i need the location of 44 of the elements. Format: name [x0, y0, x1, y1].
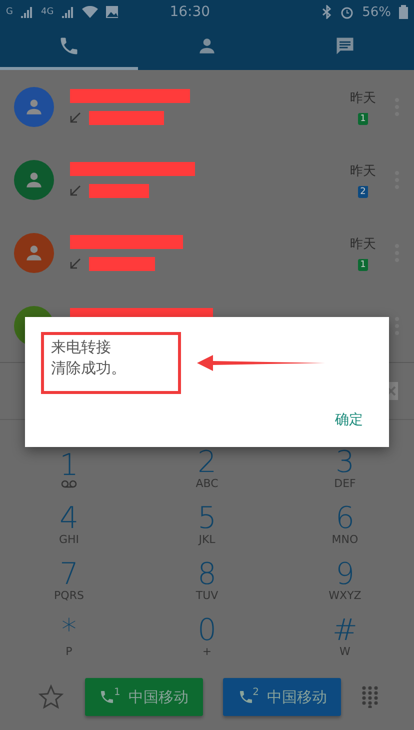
sim-badge: 2: [358, 186, 368, 198]
redaction-bar: [89, 184, 149, 198]
dial-key[interactable]: 9 WXYZ: [276, 554, 414, 610]
call-button[interactable]: 2 中国移动: [223, 678, 342, 716]
dial-key[interactable]: * P: [0, 610, 138, 666]
dial-key[interactable]: 2 ABC: [138, 442, 276, 498]
dialog-message: 来电转接 清除成功。: [51, 337, 127, 379]
wifi-icon: [82, 6, 98, 18]
voicemail-icon: [61, 480, 77, 488]
dial-key[interactable]: 5 JKL: [138, 498, 276, 554]
sim-badge: 1: [358, 258, 368, 270]
phone-icon: [238, 689, 254, 705]
battery-icon: [399, 5, 408, 19]
incoming-call-icon: [70, 185, 81, 196]
dial-key[interactable]: 0 +: [138, 610, 276, 666]
clock-time: 16:30: [168, 4, 212, 20]
call-date: 昨天: [350, 236, 376, 252]
ok-button[interactable]: 确定: [335, 411, 363, 429]
alarm-icon: [340, 5, 354, 19]
call-date: 昨天: [350, 162, 376, 180]
dial-key[interactable]: 8 TUV: [138, 554, 276, 610]
redaction-bar: [89, 256, 155, 270]
incoming-call-icon: [70, 258, 81, 269]
battery-percent: 56%: [362, 4, 391, 20]
network-label: 4G: [40, 7, 54, 17]
sim-badge: 1: [358, 112, 368, 124]
image-icon: [106, 6, 118, 18]
network-label: G: [6, 7, 13, 17]
signal-icon: [20, 6, 33, 18]
dial-key[interactable]: 4 GHI: [0, 498, 138, 554]
bluetooth-icon: [322, 5, 332, 19]
incoming-call-icon: [70, 112, 81, 123]
phone-icon: [98, 689, 115, 705]
dial-key[interactable]: 1: [0, 442, 138, 498]
signal-icon: [62, 6, 74, 18]
more-icon[interactable]: [394, 316, 400, 336]
dial-key[interactable]: 3 DEF: [276, 442, 414, 498]
dial-key[interactable]: # W: [276, 610, 414, 666]
call-button[interactable]: 1 中国移动: [84, 678, 203, 716]
dial-key[interactable]: 6 MNO: [276, 498, 414, 554]
dial-key[interactable]: 7 PQRS: [0, 554, 138, 610]
call-date: 昨天: [350, 90, 376, 106]
star-icon[interactable]: [38, 684, 64, 710]
dialpad-icon[interactable]: [362, 686, 378, 708]
